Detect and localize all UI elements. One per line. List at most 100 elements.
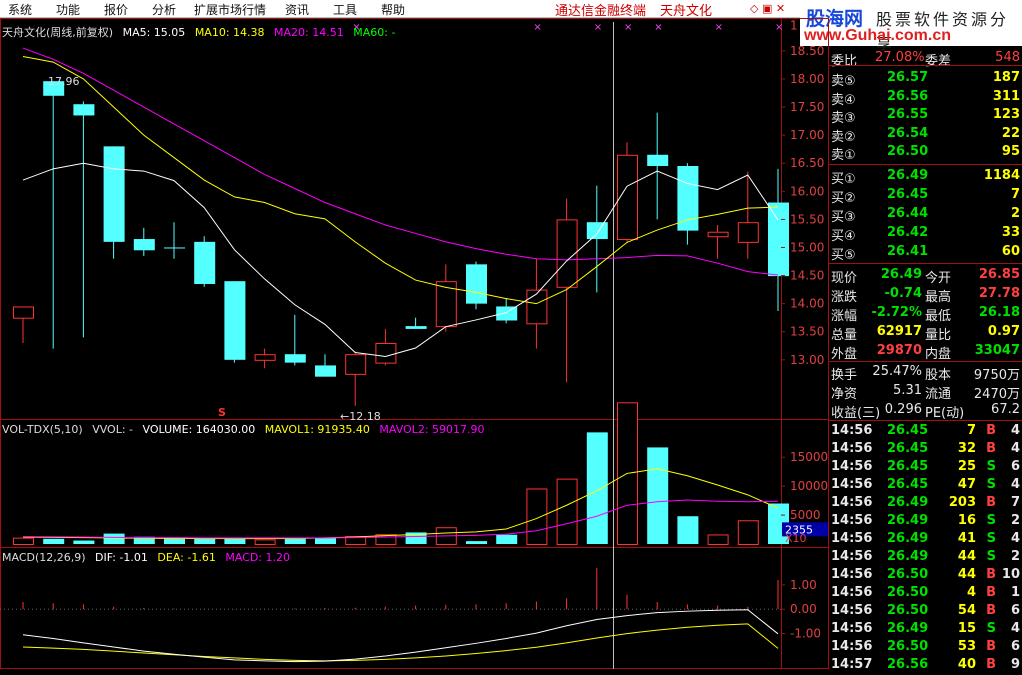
candle-down [586,222,608,240]
volume-bar-up [526,488,548,545]
tick-volume: 25 [957,459,976,474]
tick-price: 26.45 [887,441,929,456]
stat-value: 0.296 [884,402,922,417]
stats-row: 现价 26.49 今开 26.85 [829,267,1022,286]
stat-label: 外盘 [831,347,858,362]
bid-row: 买③ 26.44 2 [829,206,1022,225]
tick-row: 14:56 26.50 4 B 1 [829,585,1022,603]
stat-value: 0.97 [987,324,1020,339]
ask-volume: 123 [992,107,1020,122]
tick-time: 14:56 [831,639,873,654]
volume-bar-down [466,541,487,544]
candle-down [768,202,789,277]
bid-label: 买② [831,191,856,206]
menu-item-news[interactable]: 资讯 [285,1,309,18]
price-axis-label: 13.50 [790,325,824,339]
macd-legend-dif: DIF: -1.01 [95,551,148,564]
tick-volume: 32 [957,441,976,456]
tick-time: 14:56 [831,531,873,546]
tick-volume: 44 [957,549,976,564]
tick-row: 14:56 26.50 54 B 6 [829,603,1022,621]
ask-price: 26.50 [887,144,929,159]
stat-value: 27.78 [978,286,1020,301]
tick-time: 14:56 [831,495,873,510]
tick-count: 7 [1010,495,1020,510]
tick-time: 14:56 [831,549,873,564]
tick-side: B [986,639,996,654]
tick-time: 14:56 [831,477,873,492]
legend-ma20: MA20: 14.51 [274,26,344,39]
quote-separator [829,361,1022,362]
tick-count: 2 [1010,549,1020,564]
chart-area[interactable]: × × × × × × ×17.96←12.18S 18.5018.0017.5017.00… [0,18,829,669]
candle-down [103,146,125,242]
price-axis-label: 17.50 [790,100,824,114]
tick-side: B [986,567,996,582]
menu-item-function[interactable]: 功能 [56,1,80,18]
tick-price: 26.50 [887,639,929,654]
stat-label: 内盘 [925,347,952,362]
menu-item-extended-market[interactable]: 扩展市场行情 [194,1,266,18]
stats-row: 收益(三) 0.296 PE(动) 67.2 [829,402,1022,421]
macd-legend-macd: MACD: 1.20 [225,551,290,564]
menu-item-analysis[interactable]: 分析 [152,1,176,18]
tick-time: 14:56 [831,567,873,582]
volume-legend: VOL-TDX(5,10) VVOL: - VOLUME: 164030.00 … [2,423,491,436]
signal-marker: S [218,406,226,419]
tick-count: 4 [1010,441,1020,456]
candle-down [133,239,155,251]
candle-up [13,306,34,319]
ma10-line [22,55,779,305]
tick-row: 14:56 26.45 25 S 6 [829,459,1022,477]
stat-value: 29870 [876,343,922,358]
tick-row: 14:56 26.49 203 B 7 [829,495,1022,513]
macd-panel [0,567,781,663]
tick-volume: 40 [957,657,976,672]
stats-row: 涨跌 -0.74 最高 27.78 [829,286,1022,305]
stat-label: PE(动) [925,406,965,421]
tick-price: 26.45 [887,423,929,438]
ask-price: 26.57 [887,70,929,85]
tick-volume: 203 [948,495,976,510]
menu-item-system[interactable]: 系统 [8,1,32,18]
menu-item-quote[interactable]: 报价 [104,1,128,18]
tick-row: 14:57 26.56 40 B 9 [829,657,1022,675]
candle-down [284,354,306,363]
tick-price: 26.49 [887,495,929,510]
bid-volume: 7 [1010,187,1020,202]
stat-value: 33047 [974,343,1020,358]
candle-down [466,264,487,304]
stat-label: 量比 [925,328,952,343]
tick-price: 26.45 [887,459,929,474]
tick-count: 6 [1010,459,1020,474]
tick-row: 14:56 26.49 41 S 4 [829,531,1022,549]
tick-price: 26.50 [887,567,929,582]
tick-volume: 4 [966,585,976,600]
ma60-marker: × [654,22,662,33]
window-controls[interactable]: ◇ ▣ ✕ [750,2,785,15]
tick-price: 26.45 [887,477,929,492]
tick-count: 1 [1010,585,1020,600]
stat-value: 25.47% [872,364,922,379]
tick-price: 26.49 [887,549,929,564]
price-axis-label: 18.50 [790,44,824,58]
tick-time: 14:56 [831,621,873,636]
menu-item-tools[interactable]: 工具 [333,1,357,18]
price-axis-label-top: 1 [790,19,798,33]
candle-up [375,342,397,364]
legend-ma5: MA5: 15.05 [122,26,186,39]
price-axis-label: 14.00 [790,297,824,311]
menu-item-help[interactable]: 帮助 [381,1,405,18]
price-axis-label: 17.00 [790,128,824,142]
ask-row: 卖② 26.54 22 [829,126,1022,145]
candle-down [164,247,185,249]
macd-axis-label: -1.00 [790,627,821,641]
ask-label: 卖② [831,129,856,145]
tick-volume: 44 [957,567,976,582]
stats-row: 换手 25.47% 股本 9750万 [829,364,1022,383]
tick-row: 14:56 26.50 53 B 6 [829,639,1022,657]
tick-time: 14:56 [831,603,873,618]
volume-bar-down [43,538,65,544]
tick-volume: 16 [957,513,976,528]
stat-label: 收益(三) [831,406,881,421]
